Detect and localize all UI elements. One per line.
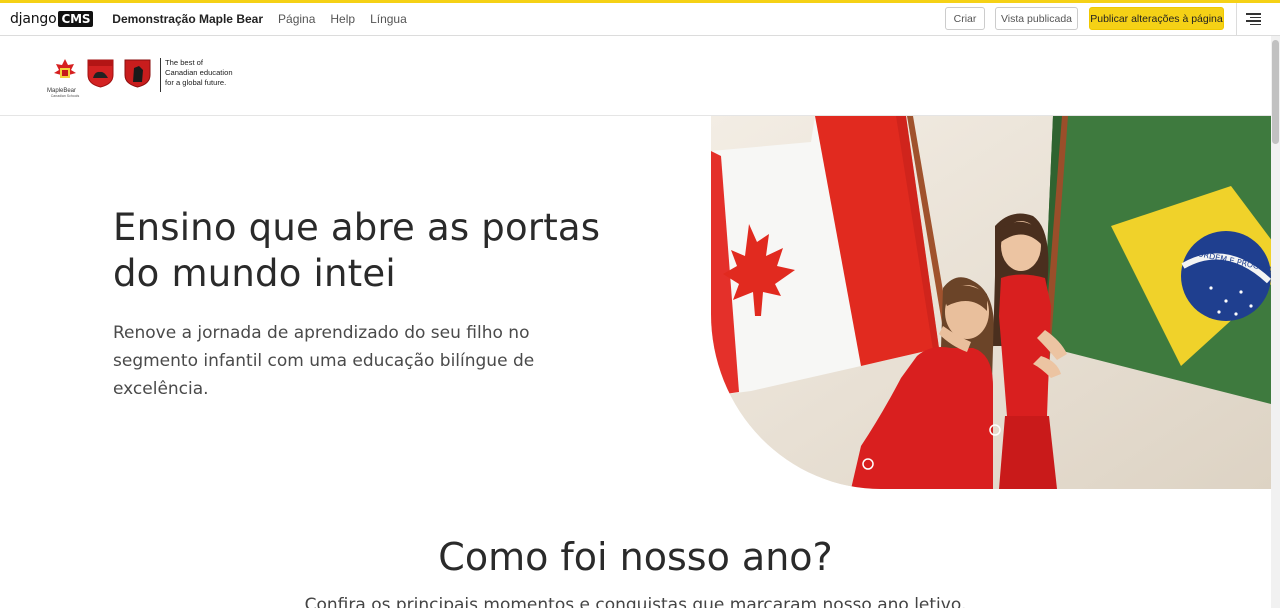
hero-title-line-2: do mundo intei [113, 252, 396, 295]
menu-lingua[interactable]: Língua [370, 12, 407, 26]
crest-caption: Canadian Schools [50, 94, 80, 98]
django-cms-logo[interactable]: django CMS [10, 11, 94, 27]
cms-logo-badge: CMS [58, 11, 94, 27]
menu-help[interactable]: Help [330, 12, 355, 26]
maple-bear-crest-icon [54, 59, 76, 78]
section-subtitle: Confira os principais momentos e conquis… [304, 595, 967, 608]
canada-flag [711, 116, 939, 396]
maple-bear-crest: MapleBear Canadian Schools [47, 58, 83, 98]
scrollbar-thumb[interactable] [1272, 40, 1279, 144]
hero-title-line-1: Ensino que abre as portas [113, 206, 601, 249]
cms-toolbar: django CMS Demonstração Maple Bear Págin… [0, 3, 1280, 36]
section-title: Como foi nosso ano? [438, 535, 833, 579]
criar-button[interactable]: Criar [945, 7, 985, 30]
hero-subtitle-line-3: excelência. [113, 379, 209, 399]
hero-subtitle-line-1: Renove a jornada de aprendizado do seu f… [113, 323, 530, 343]
maple-bear-bear-shield-icon [124, 59, 151, 88]
cms-menu: Demonstração Maple Bear Página Help Líng… [112, 12, 422, 26]
toolbar-separator [1236, 3, 1237, 36]
maple-bear-shield-icon [87, 59, 114, 88]
tagline-separator [160, 58, 161, 92]
page-scrollbar[interactable] [1271, 36, 1280, 608]
vista-publicada-button[interactable]: Vista publicada [995, 7, 1078, 30]
menu-site-name[interactable]: Demonstração Maple Bear [112, 12, 263, 26]
tagline-line-2: Canadian education [165, 68, 233, 77]
hamburger-icon[interactable] [1246, 12, 1261, 26]
hero-title[interactable]: Ensino que abre as portas do mundo intei [113, 205, 673, 297]
cms-logo-text: django [10, 11, 57, 27]
tagline-line-3: for a global future. [165, 78, 227, 87]
tagline: The best of Canadian education for a glo… [165, 58, 233, 88]
hero-photo: ORDEM E PROGRESSO [711, 116, 1271, 489]
hero-subtitle[interactable]: Renove a jornada de aprendizado do seu f… [113, 319, 613, 403]
tagline-line-1: The best of [165, 58, 203, 67]
hero-subtitle-line-2: segmento infantil com uma educação bilín… [113, 351, 535, 371]
hero-photo-illustration: ORDEM E PROGRESSO [711, 116, 1271, 489]
maple-bear-logo-group[interactable]: MapleBear Canadian Schools The best of C… [47, 58, 233, 98]
menu-pagina[interactable]: Página [278, 12, 315, 26]
site-header: MapleBear Canadian Schools The best of C… [0, 36, 1271, 116]
publicar-alteracoes-button[interactable]: Publicar alterações à página [1089, 7, 1224, 30]
